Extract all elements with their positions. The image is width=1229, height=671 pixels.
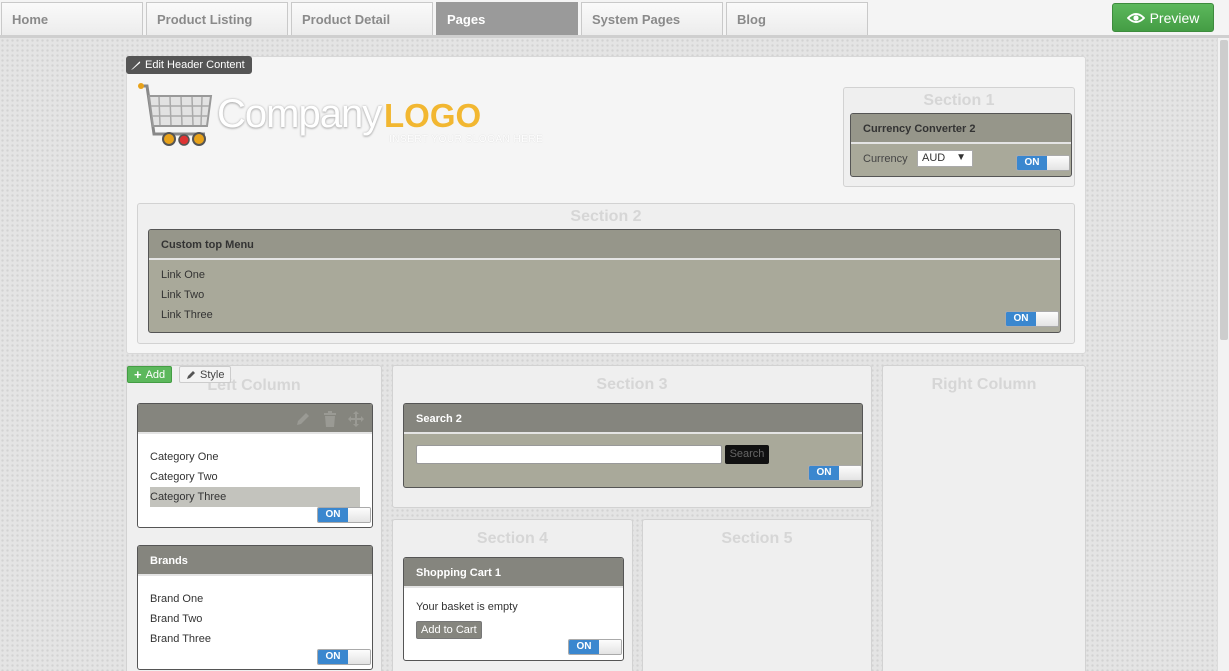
brands-widget-title: Brands — [138, 546, 372, 576]
logo-slogan: INSERT YOUR SLOGAN HERE — [389, 134, 544, 145]
section-1-title: Section 1 — [923, 92, 995, 109]
tab-blog-label: Blog — [737, 12, 766, 27]
logo-company-text: Company — [217, 92, 382, 136]
toggle-on-label: ON — [1006, 312, 1036, 326]
edit-header-button[interactable]: Edit Header Content — [126, 56, 252, 74]
pencil-icon — [187, 370, 195, 379]
right-column-title: Right Column — [931, 376, 1037, 393]
brands-widget[interactable]: Brands Brand One Brand Two Brand Three O… — [137, 545, 373, 670]
currency-select-value: AUD — [922, 152, 946, 164]
category-two-link[interactable]: Category Two — [150, 471, 218, 483]
search-widget-body: Search ON — [404, 434, 862, 487]
currency-converter-widget[interactable]: Currency Converter 2 Currency AUD ▼ ON — [850, 113, 1072, 177]
tab-system-pages[interactable]: System Pages — [581, 2, 723, 35]
dropdown-arrow-icon: ▼ — [956, 152, 966, 163]
section-5-zone: Section 5 — [642, 519, 872, 671]
style-button[interactable]: Style — [179, 366, 232, 383]
tab-product-listing[interactable]: Product Listing — [146, 2, 288, 35]
custom-top-menu-body: Link One Link Two Link Three ON — [149, 260, 1060, 332]
toggle-knob — [1047, 156, 1069, 170]
search-input[interactable] — [416, 445, 722, 464]
toggle-knob — [348, 650, 370, 664]
widget-edit-icon[interactable] — [295, 411, 311, 430]
currency-converter-body: Currency AUD ▼ ON — [851, 144, 1071, 176]
eye-icon — [1126, 12, 1145, 23]
add-to-cart-button[interactable]: Add to Cart — [416, 621, 482, 639]
right-column-zone: Right Column — [882, 365, 1086, 671]
search-button[interactable]: Search — [725, 445, 769, 464]
search-widget-title: Search 2 — [404, 404, 862, 434]
toggle-on-label: ON — [318, 508, 348, 522]
basket-empty-text: Your basket is empty — [416, 601, 518, 613]
scrollbar-thumb[interactable] — [1220, 40, 1228, 340]
toggle-knob — [599, 640, 621, 654]
categories-widget-body: Category One Category Two Category Three… — [138, 434, 372, 527]
category-three-link[interactable]: Category Three — [150, 491, 226, 503]
widget-delete-icon[interactable] — [323, 411, 337, 430]
menu-link-three[interactable]: Link Three — [161, 309, 213, 321]
section-4-title: Section 4 — [476, 530, 549, 547]
brand-two-link[interactable]: Brand Two — [150, 613, 202, 625]
tab-home-label: Home — [12, 12, 49, 27]
toggle-on-label: ON — [1017, 156, 1047, 170]
brand-three-link[interactable]: Brand Three — [150, 633, 211, 645]
custom-top-menu-toggle[interactable]: ON — [1005, 311, 1059, 327]
toggle-knob — [348, 508, 370, 522]
shopping-cart-title: Shopping Cart 1 — [404, 558, 623, 588]
categories-toggle[interactable]: ON — [317, 507, 371, 523]
shopping-cart-body: Your basket is empty Add to Cart ON — [404, 588, 623, 660]
toggle-knob — [1036, 312, 1058, 326]
currency-converter-title: Currency Converter 2 — [851, 114, 1071, 144]
toggle-on-label: ON — [318, 650, 348, 664]
brand-one-link[interactable]: Brand One — [150, 593, 203, 605]
categories-widget-header — [138, 404, 372, 434]
add-label: Add — [145, 368, 166, 381]
search-widget[interactable]: Search 2 Search ON — [403, 403, 863, 488]
categories-widget[interactable]: Category One Category Two Category Three… — [137, 403, 373, 528]
toggle-on-label: ON — [809, 466, 839, 480]
shopping-cart-toggle[interactable]: ON — [568, 639, 622, 655]
brands-widget-body: Brand One Brand Two Brand Three ON — [138, 576, 372, 669]
tab-product-detail-label: Product Detail — [302, 12, 391, 27]
tab-home[interactable]: Home — [1, 2, 143, 35]
category-one-link[interactable]: Category One — [150, 451, 218, 463]
menu-link-one[interactable]: Link One — [161, 269, 205, 281]
widget-move-icon[interactable] — [348, 411, 364, 430]
toggle-on-label: ON — [569, 640, 599, 654]
edit-header-label: Edit Header Content — [145, 59, 245, 71]
tab-pages[interactable]: Pages — [436, 2, 578, 35]
tab-system-pages-label: System Pages — [592, 12, 681, 27]
feather-pen-icon — [131, 60, 141, 70]
shopping-cart-logo-icon — [138, 83, 213, 146]
tab-blog[interactable]: Blog — [726, 2, 868, 35]
preview-label: Preview — [1149, 9, 1200, 26]
logo-logo-text: LOGO — [384, 97, 482, 134]
section-5-title: Section 5 — [721, 530, 793, 547]
search-toggle[interactable]: ON — [808, 465, 862, 481]
section-2-title: Section 2 — [570, 208, 642, 225]
preview-button[interactable]: Preview — [1112, 3, 1214, 32]
top-navigation-bar: Home Product Listing Product Detail Page… — [0, 0, 1229, 38]
currency-converter-toggle[interactable]: ON — [1016, 155, 1070, 171]
section-3-title: Section 3 — [596, 376, 668, 393]
tab-pages-label: Pages — [447, 12, 486, 27]
vertical-scrollbar[interactable] — [1217, 38, 1229, 671]
plus-icon: + — [134, 367, 142, 382]
tab-product-listing-label: Product Listing — [157, 12, 253, 27]
custom-top-menu-widget[interactable]: Custom top Menu Link One Link Two Link T… — [148, 229, 1061, 333]
brands-toggle[interactable]: ON — [317, 649, 371, 665]
toggle-knob — [839, 466, 861, 480]
add-widget-button[interactable]: + Add — [127, 366, 173, 383]
tab-product-detail[interactable]: Product Detail — [291, 2, 433, 35]
shopping-cart-widget[interactable]: Shopping Cart 1 Your basket is empty Add… — [403, 557, 624, 661]
company-logo: Company LOGO INSERT YOUR SLOGAN HERE — [137, 82, 557, 158]
menu-link-two[interactable]: Link Two — [161, 289, 204, 301]
style-label: Style — [200, 368, 225, 381]
custom-top-menu-title: Custom top Menu — [149, 230, 1060, 260]
currency-label: Currency — [863, 153, 908, 165]
currency-select[interactable]: AUD ▼ — [917, 150, 973, 167]
